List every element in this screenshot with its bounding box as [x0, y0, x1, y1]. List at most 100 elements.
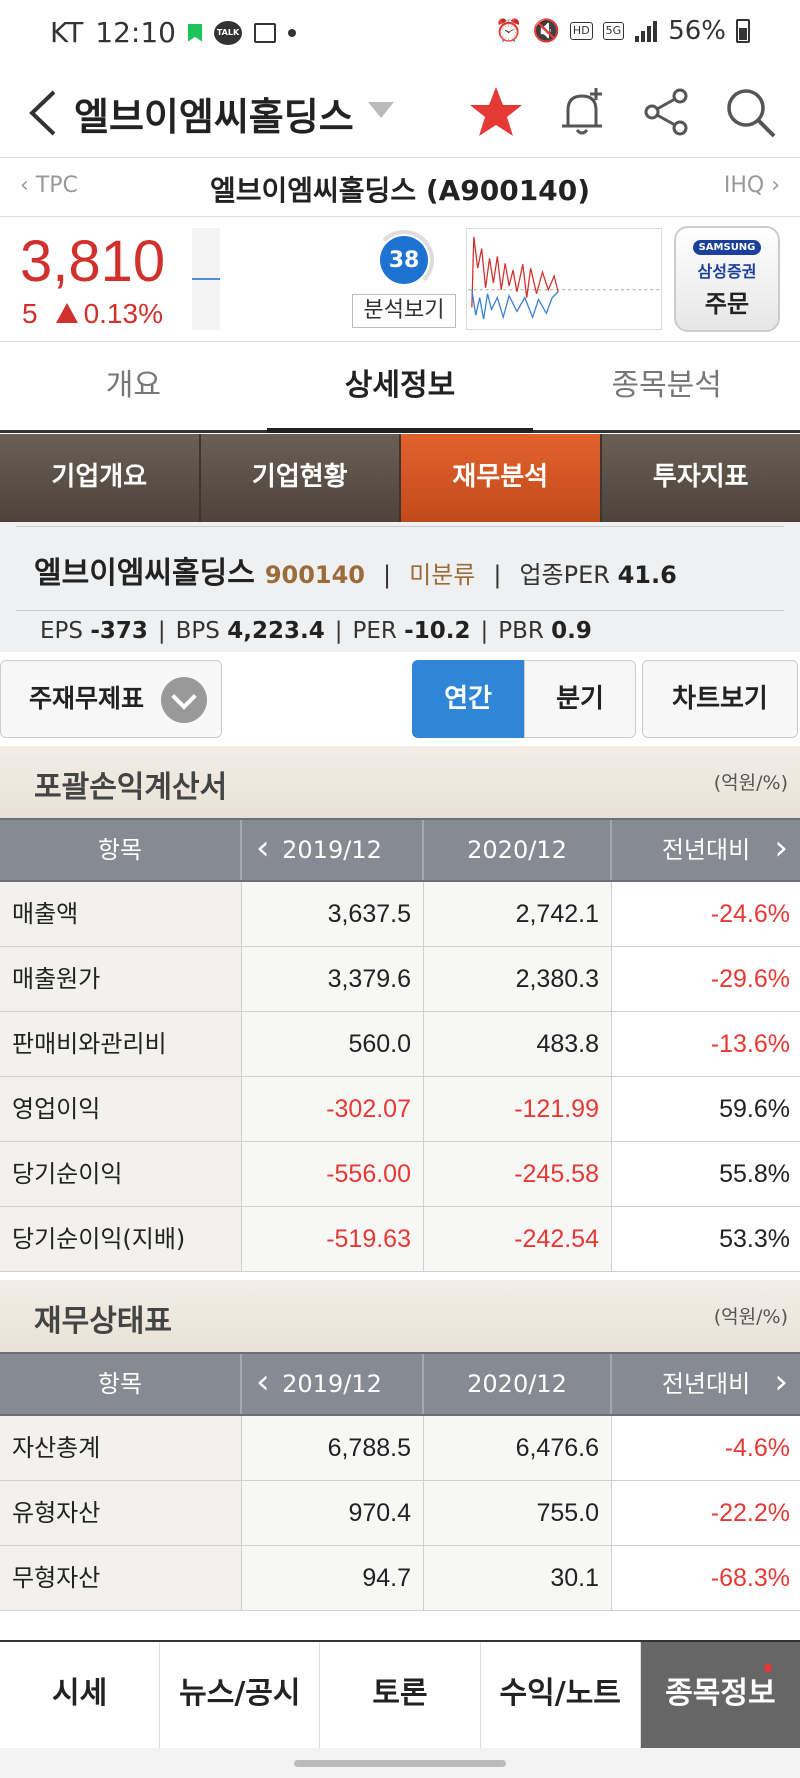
signal-icon: [634, 20, 658, 42]
row-item-label: 매출액: [0, 882, 242, 946]
price-change: 5 0.13%: [22, 298, 163, 330]
network-5g-icon: 5G: [602, 22, 625, 40]
row-period-value: 3,379.6: [242, 947, 424, 1011]
bps-metric: BPS 4,223.4: [176, 618, 325, 644]
subtab-financial-analysis[interactable]: 재무분석: [401, 434, 602, 522]
balance-sheet-title: 재무상태표: [34, 1304, 172, 1339]
tab-details[interactable]: 상세정보: [266, 343, 534, 433]
eps-metric: EPS -373: [40, 618, 148, 644]
row-period-value: -242.54: [424, 1207, 612, 1271]
col-header-2020: 2020/12: [424, 1354, 612, 1414]
next-stock-link[interactable]: IHQ ›: [724, 173, 780, 198]
subtab-company-overview[interactable]: 기업개요: [0, 434, 201, 522]
quarterly-toggle-button[interactable]: 분기: [524, 660, 636, 738]
favorite-star-icon[interactable]: [466, 82, 526, 142]
separator: |: [334, 618, 343, 644]
row-yoy-value: 59.6%: [612, 1077, 800, 1141]
subtab-investment-indicators[interactable]: 투자지표: [601, 434, 800, 522]
separator: |: [157, 618, 166, 644]
financial-controls: 주재무제표 연간 분기 차트보기: [0, 652, 800, 746]
main-tabs: 개요 상세정보 종목분석: [0, 343, 800, 433]
industry-per-value: 41.6: [617, 561, 677, 589]
bookmark-flag-icon: [188, 23, 202, 42]
row-item-label: 판매비와관리비: [0, 1012, 242, 1076]
row-yoy-value: 53.3%: [612, 1207, 800, 1271]
table-header-row: 항목 2019/12 2020/12 전년대비: [0, 1352, 800, 1416]
col-header-yoy-next-period[interactable]: 전년대비: [612, 1352, 800, 1414]
subtab-company-status[interactable]: 기업현황: [200, 434, 401, 522]
chart-view-button[interactable]: 차트보기: [642, 660, 798, 738]
carrier-label: KT: [50, 16, 84, 49]
table-row: 당기순이익(지배) -519.63 -242.54 53.3%: [0, 1207, 800, 1272]
row-period-value: -121.99: [424, 1077, 612, 1141]
hd-icon: HD: [569, 22, 593, 40]
company-code: 900140: [264, 561, 366, 589]
company-summary: 엘브이엠씨홀딩스 900140 | 미분류 | 업종PER 41.6 EPS -…: [0, 522, 800, 652]
samsung-order-button[interactable]: SAMSUNG 삼성증권 주문: [674, 226, 780, 332]
row-period-value: -302.07: [242, 1077, 424, 1141]
eps-label: EPS: [40, 618, 84, 644]
company-category: 미분류: [409, 561, 476, 589]
nav-news-disclosure[interactable]: 뉴스/공시: [160, 1642, 321, 1748]
table-header-row: 항목 2019/12 2020/12 전년대비: [0, 818, 800, 882]
tab-stock-analysis[interactable]: 종목분석: [533, 343, 800, 430]
stock-dropdown-icon[interactable]: [368, 102, 394, 118]
balance-sheet-table: 항목 2019/12 2020/12 전년대비 자산총계6,788.56,476…: [0, 1352, 800, 1611]
col-header-2020: 2020/12: [424, 820, 612, 880]
nav-stock-info[interactable]: 종목정보: [640, 1642, 800, 1748]
row-period-value: 6,476.6: [424, 1416, 612, 1480]
status-bar: KT 12:10 TALK ⏰ 🔇 HD 5G 56%: [0, 0, 800, 68]
row-period-value: 94.7: [242, 1546, 424, 1610]
price-summary: 3,810 5 0.13% 38 분석보기 SAMSUNG 삼성증권 주문: [0, 218, 800, 342]
nav-quotes[interactable]: 시세: [0, 1642, 161, 1748]
row-period-value: 2,380.3: [424, 947, 612, 1011]
search-icon[interactable]: [720, 82, 780, 142]
table-row: 판매비와관리비 560.0 483.8 -13.6%: [0, 1012, 800, 1077]
income-statement-unit: (억원/%): [713, 772, 788, 794]
col-header-2019-prev-period[interactable]: 2019/12: [242, 818, 424, 880]
home-gesture-bar[interactable]: [294, 1760, 506, 1767]
row-item-label: 유형자산: [0, 1481, 242, 1545]
stock-full-title: 엘브이엠씨홀딩스 (A900140): [210, 174, 590, 207]
per-label: PER: [352, 618, 397, 644]
detail-sub-tabs: 기업개요 기업현황 재무분석 투자지표: [0, 434, 800, 522]
analysis-score-badge[interactable]: 38: [380, 236, 428, 284]
row-period-value: 30.1: [424, 1546, 612, 1610]
nav-stock-info-label: 종목정보: [665, 1676, 776, 1711]
statement-type-label: 주재무제표: [29, 684, 145, 713]
alarm-add-icon[interactable]: [552, 82, 612, 142]
up-triangle-icon: [55, 303, 78, 323]
row-yoy-value: 55.8%: [612, 1142, 800, 1206]
row-period-value: 6,788.5: [242, 1416, 424, 1480]
talk-icon: TALK: [214, 20, 242, 45]
row-period-value: 2,742.1: [424, 882, 612, 946]
change-percent: 0.13%: [83, 298, 163, 329]
annual-toggle-button[interactable]: 연간: [412, 660, 524, 738]
analysis-view-button[interactable]: 분석보기: [352, 294, 456, 328]
valuation-metrics: EPS -373 | BPS 4,223.4 | PER -10.2 | PBR…: [40, 618, 592, 644]
row-period-value: 560.0: [242, 1012, 424, 1076]
image-icon: [254, 22, 276, 43]
nav-profit-note[interactable]: 수익/노트: [481, 1642, 641, 1748]
company-name: 엘브이엠씨홀딩스: [34, 556, 255, 591]
nav-discussion[interactable]: 토론: [320, 1642, 481, 1748]
row-item-label: 무형자산: [0, 1546, 242, 1610]
stock-name-title[interactable]: 엘브이엠씨홀딩스: [74, 86, 354, 141]
back-arrow-icon[interactable]: [24, 88, 64, 138]
separator: |: [383, 561, 392, 589]
statement-type-select[interactable]: 주재무제표: [0, 660, 222, 738]
row-item-label: 영업이익: [0, 1077, 242, 1141]
eps-value: -373: [90, 618, 148, 644]
per-metric: PER -10.2: [352, 618, 470, 644]
row-period-value: 755.0: [424, 1481, 612, 1545]
battery-icon: [736, 19, 750, 43]
current-price: 3,810: [20, 229, 166, 294]
row-yoy-value: -13.6%: [612, 1012, 800, 1076]
tab-overview[interactable]: 개요: [0, 343, 267, 430]
col-header-2019-prev-period[interactable]: 2019/12: [242, 1352, 424, 1414]
pbr-metric: PBR 0.9: [498, 618, 592, 644]
share-icon[interactable]: [636, 82, 696, 142]
intraday-sparkline[interactable]: [466, 228, 662, 330]
col-header-yoy-next-period[interactable]: 전년대비: [612, 818, 800, 880]
row-item-label: 당기순이익: [0, 1142, 242, 1206]
